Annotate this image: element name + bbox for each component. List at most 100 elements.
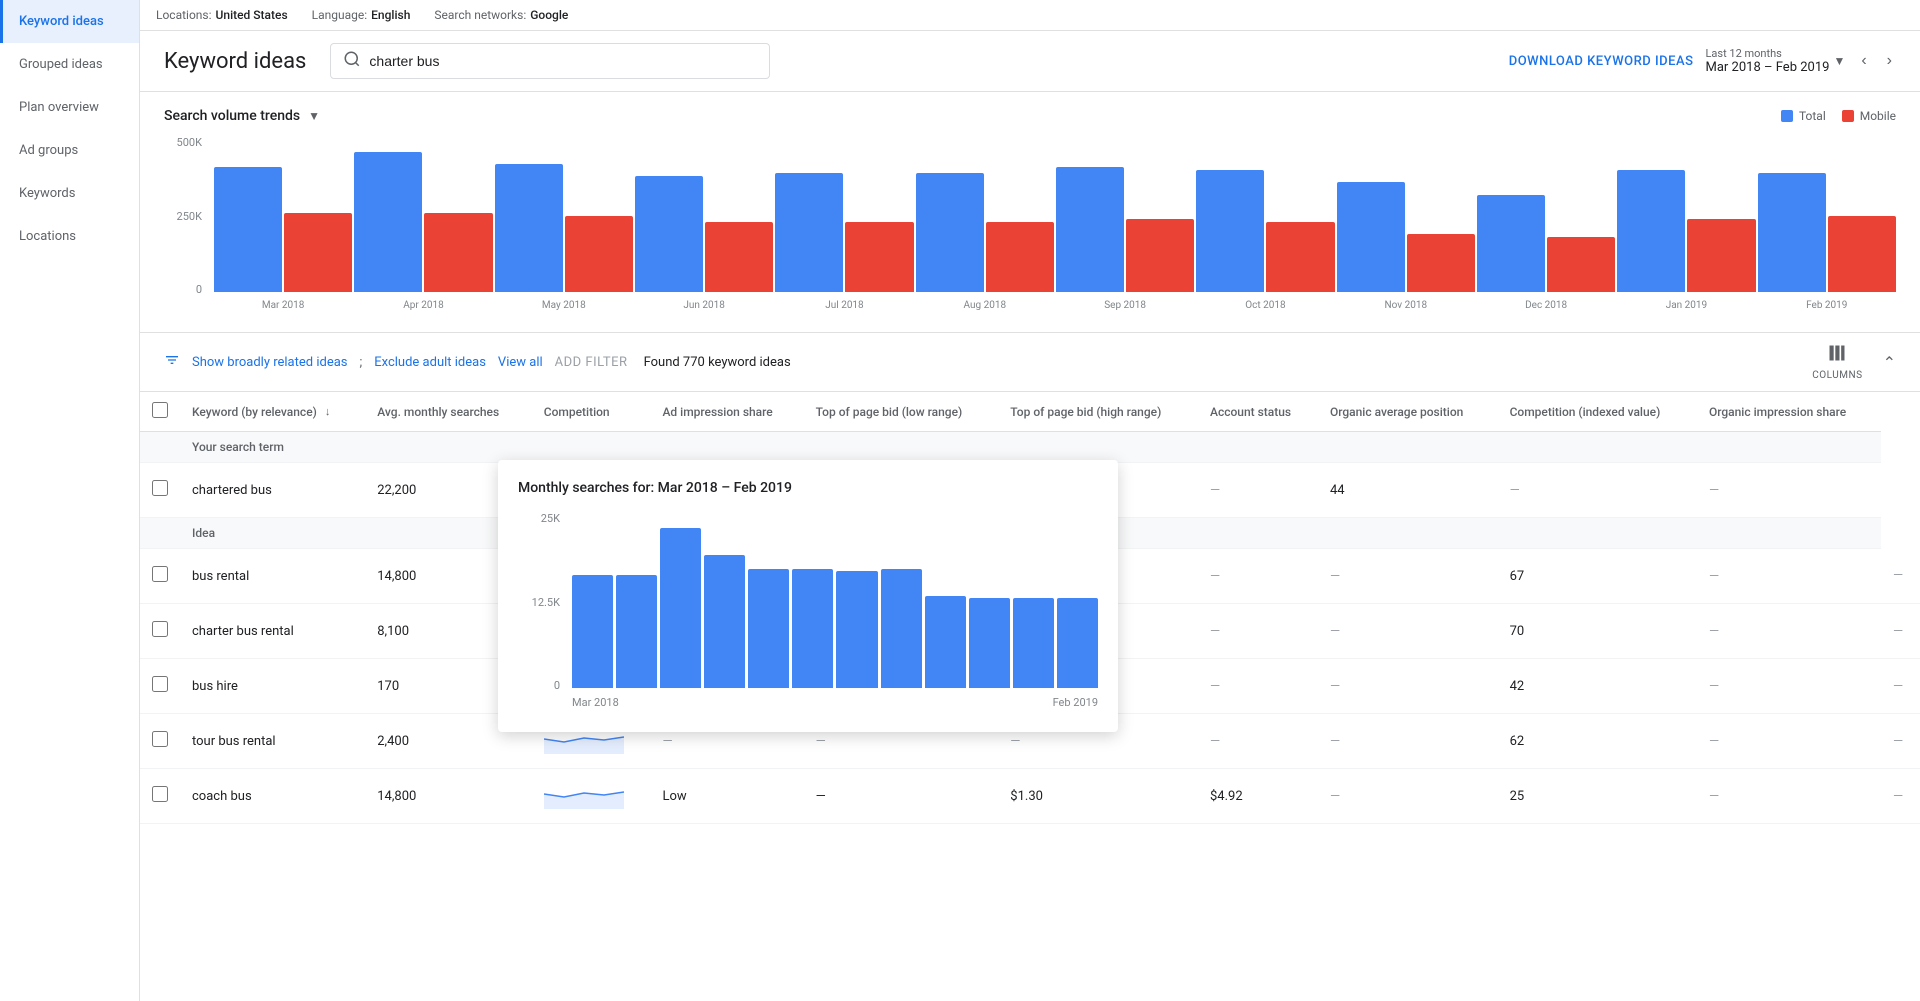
total-bar: [1337, 182, 1405, 292]
table-header-row: Keyword (by relevance) ↓ Avg. monthly se…: [140, 392, 1920, 432]
columns-button[interactable]: COLUMNS: [1812, 343, 1862, 381]
download-button[interactable]: DOWNLOAD KEYWORD IDEAS: [1509, 54, 1694, 69]
total-bar: [1758, 173, 1826, 292]
row-checkbox[interactable]: [152, 566, 168, 582]
topbar-networks: Search networks: Google: [434, 8, 568, 22]
th-top-bid-high[interactable]: Top of page bid (high range): [998, 392, 1198, 432]
view-all-link[interactable]: View all: [498, 355, 543, 370]
x-labels: Mar 2018Apr 2018May 2018Jun 2018Jul 2018…: [164, 300, 1896, 311]
bar-group: [916, 173, 1054, 292]
sidebar-item-keywords[interactable]: Keywords: [0, 172, 139, 215]
sidebar-item-grouped-ideas[interactable]: Grouped ideas: [0, 43, 139, 86]
sidebar-item-locations[interactable]: Locations: [0, 215, 139, 258]
date-next-button[interactable]: ›: [1883, 48, 1896, 74]
bar-group: [1617, 170, 1755, 292]
chart-legend: Total Mobile: [1781, 109, 1896, 123]
mini-bar: [836, 571, 877, 688]
chart-dropdown-icon[interactable]: ▼: [308, 109, 320, 123]
section-your-search-term: Your search term: [140, 432, 1920, 463]
row-checkbox[interactable]: [152, 676, 168, 692]
topbar-locations: Locations: United States: [156, 8, 288, 22]
row-checkbox[interactable]: [152, 786, 168, 802]
th-avg-monthly[interactable]: Avg. monthly searches: [365, 392, 532, 432]
total-bar: [495, 164, 563, 292]
legend-total-dot: [1781, 110, 1793, 122]
mini-bar: [704, 555, 745, 688]
bar-group: [1337, 182, 1475, 292]
monthly-searches-tooltip: Monthly searches for: Mar 2018 – Feb 201…: [498, 460, 1118, 732]
mobile-bar: [1126, 219, 1194, 292]
collapse-button[interactable]: ⌃: [1883, 353, 1896, 372]
row-checkbox[interactable]: [152, 731, 168, 747]
mobile-bar: [1266, 222, 1334, 292]
th-keyword[interactable]: Keyword (by relevance) ↓: [180, 392, 365, 432]
total-bar: [916, 173, 984, 292]
mini-bar: [1013, 598, 1054, 688]
found-count: Found 770 keyword ideas: [644, 355, 791, 370]
chart-section: Search volume trends ▼ Total Mobile: [140, 92, 1920, 333]
th-competition[interactable]: Competition: [532, 392, 651, 432]
bar-group: [354, 152, 492, 292]
tooltip-title: Monthly searches for: Mar 2018 – Feb 201…: [518, 480, 1098, 496]
exclude-adult-link[interactable]: Exclude adult ideas: [374, 355, 486, 370]
sidebar-item-ad-groups[interactable]: Ad groups: [0, 129, 139, 172]
sidebar-item-plan-overview[interactable]: Plan overview: [0, 86, 139, 129]
mini-bar: [572, 575, 613, 688]
mini-bar: [616, 575, 657, 688]
mini-bar: [660, 528, 701, 688]
chart-header: Search volume trends ▼ Total Mobile: [164, 108, 1896, 124]
columns-icon: [1827, 343, 1847, 368]
filter-bar: Show broadly related ideas ; Exclude adu…: [140, 333, 1920, 392]
bar-group: [1196, 170, 1334, 292]
th-ad-impression[interactable]: Ad impression share: [650, 392, 803, 432]
filter-icon: [164, 352, 180, 372]
topbar-language: Language: English: [312, 8, 411, 22]
total-bar: [635, 176, 703, 292]
bar-chart-inner: 500K250K0: [164, 136, 1896, 296]
legend-total: Total: [1781, 109, 1826, 123]
th-account-status[interactable]: Account status: [1198, 392, 1318, 432]
header-right: DOWNLOAD KEYWORD IDEAS Last 12 months Ma…: [1509, 47, 1896, 75]
search-input[interactable]: [369, 53, 757, 69]
row-checkbox[interactable]: [152, 480, 168, 496]
th-competition-idx[interactable]: Competition (indexed value): [1498, 392, 1697, 432]
legend-mobile: Mobile: [1842, 109, 1896, 123]
mini-bar-chart: 25K12.5K0 Mar 2018 Feb 2019: [518, 512, 1098, 712]
mini-bar: [1057, 598, 1098, 688]
total-bar: [1056, 167, 1124, 292]
th-top-bid-low[interactable]: Top of page bid (low range): [804, 392, 999, 432]
date-range-dropdown-icon: ▼: [1833, 54, 1845, 68]
mini-bar: [969, 598, 1010, 688]
topbar: Locations: United States Language: Engli…: [140, 0, 1920, 31]
row-checkbox[interactable]: [152, 621, 168, 637]
total-bar: [1617, 170, 1685, 292]
total-bar: [1196, 170, 1264, 292]
select-all-checkbox[interactable]: [152, 402, 168, 418]
show-related-link[interactable]: Show broadly related ideas: [192, 355, 348, 370]
legend-mobile-dot: [1842, 110, 1854, 122]
mobile-bar: [1687, 219, 1755, 292]
th-select-all[interactable]: [140, 392, 180, 432]
bar-group: [775, 173, 913, 292]
mobile-bar: [424, 213, 492, 292]
total-bar: [214, 167, 282, 292]
th-organic-impression[interactable]: Organic impression share: [1697, 392, 1881, 432]
mini-bar: [925, 596, 966, 688]
mobile-bar: [705, 222, 773, 292]
date-prev-button[interactable]: ‹: [1857, 48, 1870, 74]
bar-group: [1477, 195, 1615, 292]
mini-bar: [792, 569, 833, 688]
search-box[interactable]: [330, 43, 770, 79]
page-header: Keyword ideas DOWNLOAD KEYWORD IDEAS Las…: [140, 31, 1920, 92]
date-range-selector[interactable]: Last 12 months Mar 2018 – Feb 2019 ▼: [1706, 47, 1846, 75]
th-organic-avg[interactable]: Organic average position: [1318, 392, 1498, 432]
add-filter-button[interactable]: ADD FILTER: [555, 355, 628, 370]
page-title: Keyword ideas: [164, 49, 306, 74]
total-bar: [354, 152, 422, 292]
search-icon: [343, 50, 361, 72]
sidebar-item-keyword-ideas[interactable]: Keyword ideas: [0, 0, 139, 43]
mini-chart-inner: 25K12.5K0: [518, 512, 1098, 692]
chart-title: Search volume trends: [164, 108, 300, 124]
bar-group: [495, 164, 633, 292]
y-axis: 500K250K0: [164, 136, 210, 296]
